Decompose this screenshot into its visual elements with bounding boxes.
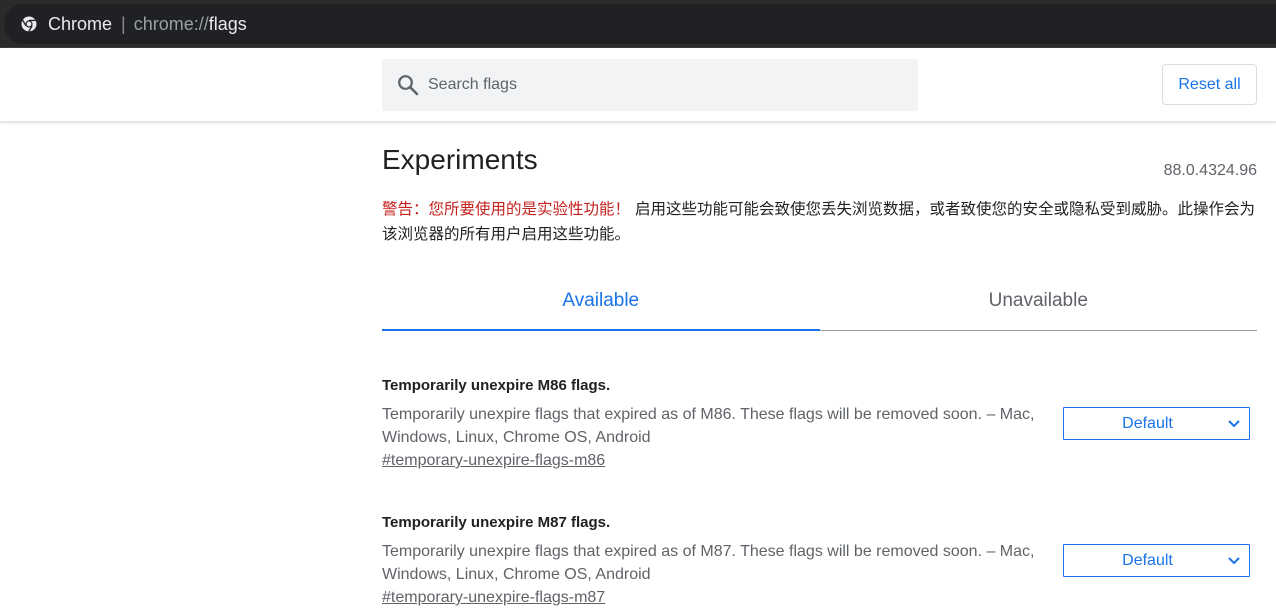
- tab-unavailable[interactable]: Unavailable: [820, 272, 1258, 330]
- warning-strong: 警告：您所要使用的是实验性功能！: [382, 200, 631, 218]
- url-separator: |: [121, 13, 126, 34]
- tab-bar: Available Unavailable: [382, 272, 1257, 331]
- version-label: 88.0.4324.96: [1163, 162, 1257, 179]
- omnibox[interactable]: Chrome | chrome://flags: [4, 4, 1276, 44]
- page-title: Experiments: [382, 144, 538, 175]
- url-scheme: chrome://: [133, 13, 209, 34]
- flag-permalink[interactable]: #temporary-unexpire-flags-m86: [382, 452, 605, 470]
- flag-permalink[interactable]: #temporary-unexpire-flags-m87: [382, 589, 605, 607]
- chevron-down-icon: [1227, 419, 1241, 429]
- flag-state-value: Default: [1122, 414, 1173, 432]
- flag-description: Temporarily unexpire flags that expired …: [382, 543, 1035, 583]
- flag-state-select[interactable]: Default: [1063, 544, 1250, 577]
- tab-available[interactable]: Available: [382, 272, 820, 331]
- flag-state-select[interactable]: Default: [1063, 407, 1250, 440]
- flags-header: Reset all: [0, 48, 1276, 122]
- chevron-down-icon: [1227, 556, 1241, 566]
- search-input[interactable]: [428, 70, 898, 100]
- flag-description: Temporarily unexpire flags that expired …: [382, 406, 1035, 446]
- reset-all-button[interactable]: Reset all: [1162, 64, 1257, 105]
- address-bar: Chrome | chrome://flags: [0, 0, 1276, 48]
- site-name: Chrome: [48, 13, 113, 34]
- flag-state-value: Default: [1122, 551, 1173, 569]
- flag-item-m87: Temporarily unexpire M87 flags. Temporar…: [382, 513, 1257, 607]
- flag-item-m86: Temporarily unexpire M86 flags. Temporar…: [382, 376, 1257, 470]
- flag-title: Temporarily unexpire M87 flags.: [382, 514, 611, 531]
- search-box[interactable]: [382, 59, 918, 111]
- warning-message: 警告：您所要使用的是实验性功能！ 启用这些功能可能会致使您丢失浏览数据，或者致使…: [382, 197, 1258, 247]
- url-path: flags: [208, 13, 247, 34]
- search-icon: [396, 73, 420, 97]
- chrome-icon: [21, 16, 37, 32]
- flag-title: Temporarily unexpire M86 flags.: [382, 377, 611, 394]
